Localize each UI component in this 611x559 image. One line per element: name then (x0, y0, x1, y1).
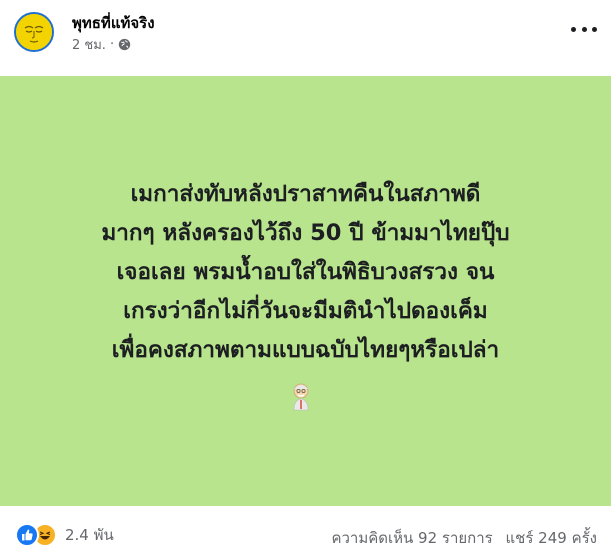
globe-icon[interactable] (118, 38, 131, 51)
post-footer: 2.4 พัน ความคิดเห็น 92 รายการ แชร์ 249 ค… (0, 506, 611, 559)
thumbs-up-icon (22, 529, 33, 541)
comment-count[interactable]: ความคิดเห็น 92 รายการ (331, 529, 492, 547)
post-text-line: เมกาส่งทับหลังปราสาทคืนในสภาพดี (130, 181, 481, 207)
post-text-line: เพื่อคงสภาพตามแบบฉบับไทยๆหรือเปล่า (111, 337, 500, 363)
old-man-emoji (293, 383, 309, 411)
post-timestamp[interactable]: 2 ชม. (72, 34, 106, 55)
reactions-summary[interactable]: 2.4 พัน (15, 523, 114, 547)
post-text: เมกาส่งทับหลังปราสาทคืนในสภาพดี มากๆ หลั… (0, 175, 611, 370)
post-meta: 2 ชม. · (72, 35, 131, 53)
buddha-face-icon (16, 14, 52, 50)
post-text-line: เจอเลย พรมน้ำอบใส่ในพิธิบวงสรวง จน (116, 259, 495, 285)
post-text-line: เกรงว่าอีกไม่กี่วันจะมีมตินำไปดองเค็ม (123, 298, 488, 324)
engagement-stats: ความคิดเห็น 92 รายการ แชร์ 249 ครั้ง (331, 526, 597, 550)
reaction-count[interactable]: 2.4 พัน (65, 523, 114, 547)
page-avatar[interactable] (14, 12, 54, 52)
post-header: พุทธที่แท้จริง 2 ชม. · (0, 0, 611, 74)
like-icon (15, 523, 39, 547)
meta-separator: · (109, 36, 115, 52)
more-dot (592, 26, 597, 32)
share-count[interactable]: แชร์ 249 ครั้ง (506, 529, 598, 547)
more-dot (571, 26, 576, 32)
more-dot (581, 26, 587, 32)
author-name[interactable]: พุทธที่แท้จริง (72, 11, 155, 35)
more-options-icon[interactable] (571, 20, 597, 38)
post-text-line: มากๆ หลังครองไว้ถึง 50 ปี ข้ามมาไทยปุ๊บ (101, 220, 510, 246)
